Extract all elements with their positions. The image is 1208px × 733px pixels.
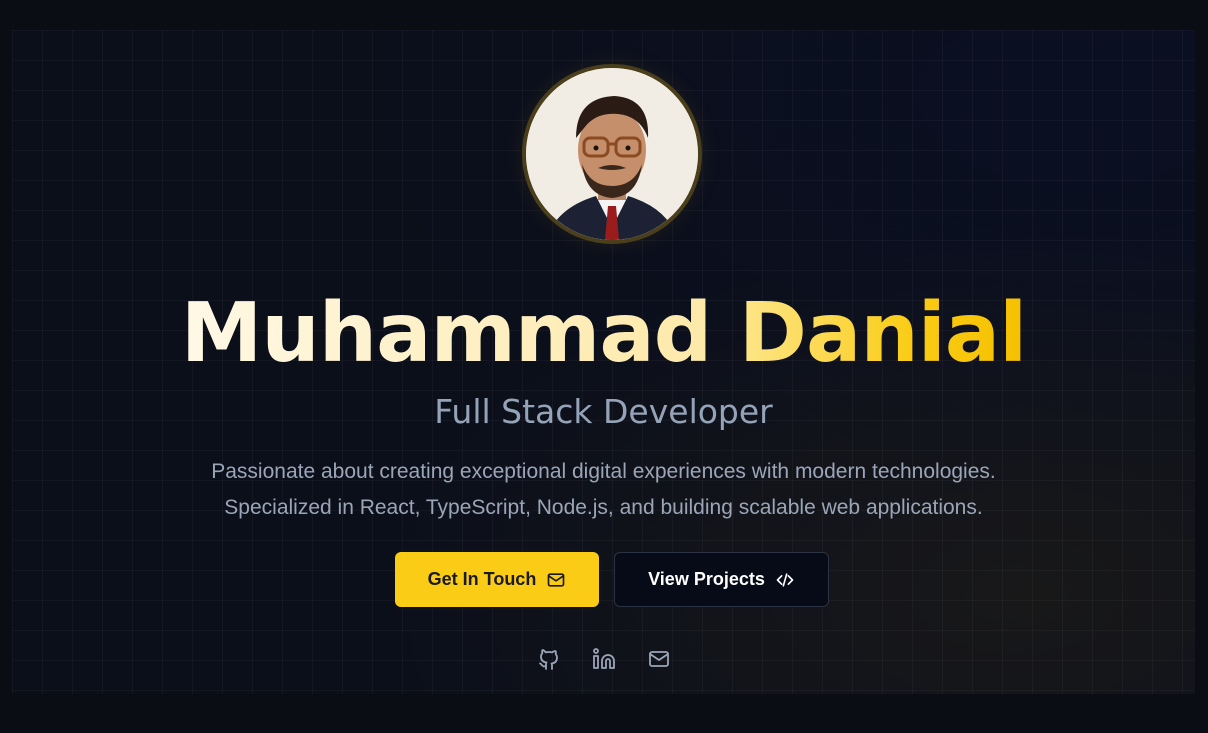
code-icon — [776, 572, 794, 587]
hero-name: Muhammad Danial — [12, 284, 1195, 384]
bio-line: Passionate about creating exceptional di… — [211, 460, 996, 483]
hero-section: Muhammad Danial Full Stack Developer Pas… — [12, 30, 1195, 694]
bio: Passionate about creating exceptional di… — [12, 454, 1195, 526]
profile-photo — [526, 68, 698, 240]
view-projects-button[interactable]: View Projects — [614, 552, 829, 607]
get-in-touch-button[interactable]: Get In Touch — [395, 552, 599, 607]
social-links — [12, 646, 1195, 671]
get-in-touch-label: Get In Touch — [427, 569, 537, 589]
last-name: Danial — [738, 286, 1027, 381]
bio-line: Specialized in React, TypeScript, Node.j… — [224, 496, 983, 519]
avatar — [522, 64, 702, 244]
mail-icon — [648, 650, 669, 667]
linkedin-link[interactable] — [591, 646, 616, 671]
mail-icon — [547, 572, 565, 587]
email-link[interactable] — [646, 646, 671, 671]
github-link[interactable] — [536, 646, 561, 671]
first-name: Muhammad — [180, 286, 713, 381]
linkedin-icon — [592, 647, 615, 669]
github-icon — [538, 648, 558, 670]
view-projects-label: View Projects — [648, 569, 765, 589]
role-title: Full Stack Developer — [434, 392, 773, 431]
